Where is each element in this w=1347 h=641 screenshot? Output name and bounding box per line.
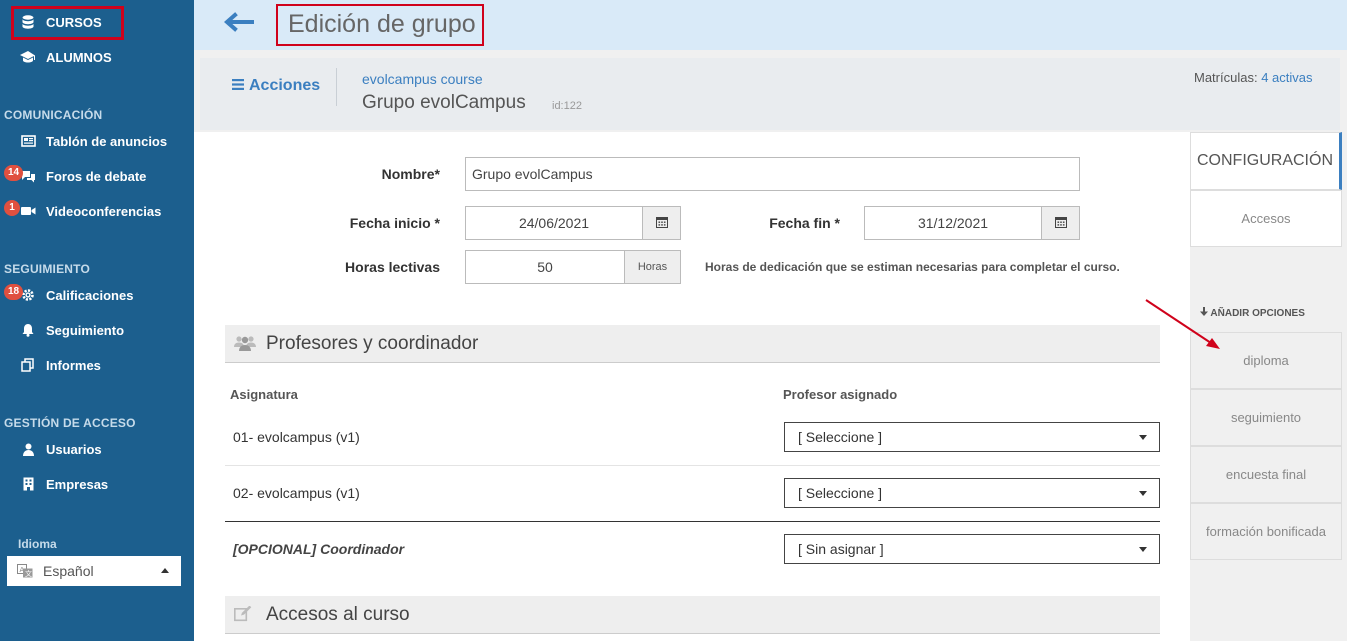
language-icon: A文 [17,564,33,581]
section-title-seguimiento: SEGUIMIENTO [4,262,90,276]
sidebar-item-usuarios[interactable]: Usuarios [0,434,194,464]
group-id: id:122 [552,100,582,112]
right-panel: CONFIGURACIÓN Accesos AÑADIR OPCIONES di… [1190,132,1347,641]
sidebar-item-videoconferencias[interactable]: 1 Videoconferencias [0,196,194,226]
start-date-label: Fecha inicio * [349,215,440,231]
group-name: Grupo evolCampus [362,92,526,113]
sidebar-item-label: Empresas [46,476,109,492]
users-icon [234,335,256,356]
caret-down-icon [1139,491,1147,496]
user-icon [20,441,36,457]
sidebar-item-label: ALUMNOS [46,49,112,65]
language-select[interactable]: A文 Español [7,556,181,586]
sidebar-item-foros[interactable]: 14 Foros de debate [0,161,194,191]
option-formacion-bonificada[interactable]: formación bonificada [1190,503,1342,560]
coordinator-label: [OPCIONAL] Coordinador [233,541,405,557]
sidebar-item-empresas[interactable]: Empresas [0,469,194,499]
copy-icon [20,357,36,373]
page-title: Edición de grupo [288,10,476,38]
video-camera-icon [20,203,36,219]
enrollments-label: Matrículas: [1194,70,1258,85]
graduation-cap-icon [20,49,36,65]
end-date-picker[interactable] [1042,206,1080,240]
enrollments-link[interactable]: 4 activas [1261,70,1312,85]
sidebar-item-tablon[interactable]: Tablón de anuncios [0,126,194,156]
teachers-section-header: Profesores y coordinador [225,325,1160,363]
form-panel: Nombre* Grupo evolCampus Fecha inicio * … [194,132,1190,641]
coordinator-select[interactable]: [ Sin asignar ] [784,534,1160,564]
section-title: Profesores y coordinador [266,333,479,354]
course-link[interactable]: evolcampus course [362,71,483,87]
notification-badge: 1 [4,200,20,216]
database-icon [20,14,36,30]
access-section-header: Accesos al curso [225,596,1160,634]
row-divider [225,521,1160,522]
back-arrow-icon[interactable] [223,12,256,37]
sidebar-item-label: CURSOS [46,14,102,30]
section-title-gestion-acceso: GESTIÓN DE ACCESO [4,416,136,430]
sidebar-item-label: Videoconferencias [46,203,162,219]
option-encuesta-final[interactable]: encuesta final [1190,446,1342,503]
notification-badge: 14 [4,165,24,181]
column-header-subject: Asignatura [230,387,298,402]
language-value: Español [43,563,94,579]
bell-icon [20,322,36,338]
divider [336,68,337,106]
caret-down-icon [1139,435,1147,440]
hours-label: Horas lectivas [345,259,440,275]
name-label: Nombre* [381,166,440,182]
calendar-icon [655,216,668,231]
caret-up-icon [161,568,169,573]
actions-button[interactable]: Acciones [232,77,320,95]
enrollments-info: Matrículas: 4 activas [1194,70,1313,85]
newspaper-icon [20,133,36,149]
option-seguimiento[interactable]: seguimiento [1190,389,1342,446]
section-title: Accesos al curso [266,604,410,625]
teacher-select[interactable]: [ Seleccione ] [784,478,1160,508]
sidebar-item-label: Calificaciones [46,287,134,303]
start-date-field[interactable]: 24/06/2021 [465,206,643,240]
sidebar-item-informes[interactable]: Informes [0,350,194,380]
menu-icon [232,77,244,95]
coordinator-select-value: [ Sin asignar ] [798,541,884,557]
group-header: Acciones evolcampus course Grupo evolCam… [200,58,1340,130]
sidebar-item-calificaciones[interactable]: 18 Calificaciones [0,280,194,310]
sidebar-item-cursos[interactable]: CURSOS [0,7,194,37]
subject-label: 02- evolcampus (v1) [233,485,360,501]
sidebar-item-label: Seguimiento [46,322,125,338]
row-divider [225,465,1160,466]
hours-field[interactable]: 50 [465,250,625,284]
notification-badge: 18 [4,284,24,300]
sidebar-item-label: Foros de debate [46,168,147,184]
teacher-select[interactable]: [ Seleccione ] [784,422,1160,452]
teacher-select-value: [ Seleccione ] [798,429,883,445]
hours-help-text: Horas de dedicación que se estiman neces… [705,260,1120,274]
calendar-icon [1054,216,1067,231]
start-date-picker[interactable] [643,206,681,240]
caret-down-icon [1139,547,1147,552]
language-label: Idioma [18,537,57,551]
end-date-label: Fecha fin * [769,215,840,231]
edit-icon [234,605,252,627]
sidebar-item-label: Usuarios [46,441,102,457]
sidebar-item-label: Informes [46,357,101,373]
top-bar: Edición de grupo [194,0,1347,50]
column-header-teacher: Profesor asignado [783,387,898,402]
teacher-select-value: [ Seleccione ] [798,485,883,501]
tab-configuracion[interactable]: CONFIGURACIÓN [1190,132,1342,190]
subject-label: 01- evolcampus (v1) [233,429,360,445]
end-date-field[interactable]: 31/12/2021 [864,206,1042,240]
tab-accesos[interactable]: Accesos [1190,190,1342,247]
annotation-arrow [1145,299,1220,349]
name-field[interactable]: Grupo evolCampus [465,157,1080,191]
svg-text:文: 文 [25,569,32,578]
sidebar-item-seguimiento[interactable]: Seguimiento [0,315,194,345]
sidebar: CURSOS ALUMNOS COMUNICACIÓN Tablón de an… [0,0,194,641]
section-title-comunicacion: COMUNICACIÓN [4,108,103,122]
hours-unit: Horas [625,250,681,284]
building-icon [20,476,36,492]
sidebar-item-alumnos[interactable]: ALUMNOS [0,42,194,72]
actions-label: Acciones [249,77,321,94]
sidebar-item-label: Tablón de anuncios [46,133,168,149]
